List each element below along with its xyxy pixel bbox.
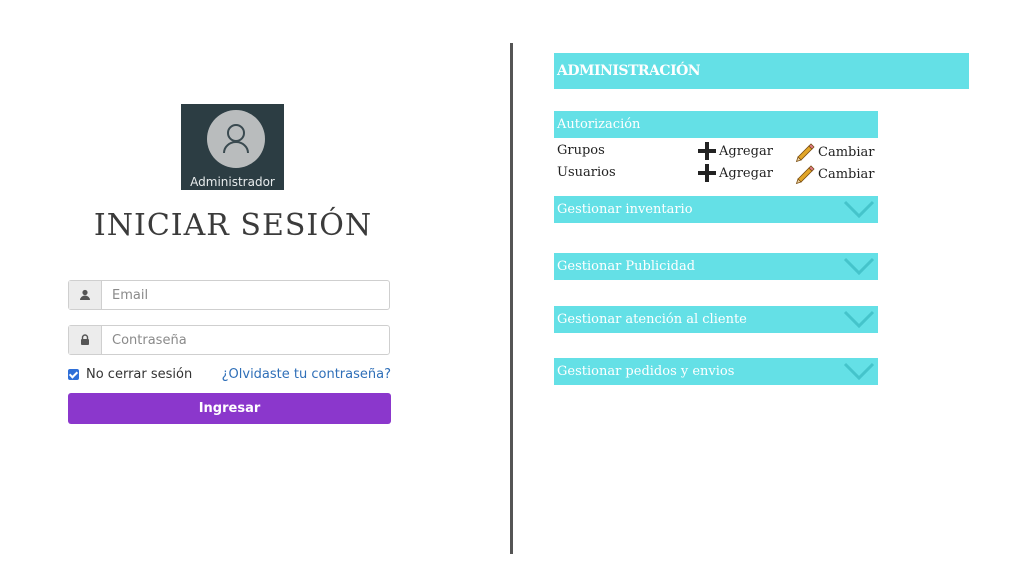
section-advertising[interactable]: Gestionar Publicidad [554, 253, 878, 280]
section-label: Gestionar inventario [557, 202, 693, 217]
add-label: Agregar [719, 143, 773, 159]
chevron-down-icon[interactable] [843, 256, 875, 276]
pencil-icon [795, 143, 815, 163]
forgot-password-link[interactable]: ¿Olvidaste tu contraseña? [222, 367, 391, 382]
users-link[interactable]: Usuarios [557, 165, 616, 180]
pencil-icon [795, 165, 815, 185]
section-inventory[interactable]: Gestionar inventario [554, 196, 878, 223]
lock-icon [69, 326, 102, 354]
section-orders[interactable]: Gestionar pedidos y envios [554, 358, 878, 385]
chevron-down-icon[interactable] [843, 199, 875, 219]
section-label: Gestionar atención al cliente [557, 312, 747, 327]
chevron-down-icon[interactable] [843, 361, 875, 381]
remember-label: No cerrar sesión [86, 367, 193, 382]
section-label: Gestionar pedidos y envios [557, 364, 735, 379]
change-label: Cambiar [818, 166, 875, 182]
section-label: Gestionar Publicidad [557, 259, 696, 274]
login-button[interactable]: Ingresar [68, 393, 391, 424]
users-add-link[interactable]: Agregar [697, 163, 773, 183]
authorization-title: Autorización [557, 117, 641, 132]
email-field-group [68, 280, 390, 310]
authorization-header: Autorización [554, 111, 878, 138]
panel-divider [510, 43, 513, 554]
chevron-down-icon[interactable] [843, 309, 875, 329]
plus-icon [698, 164, 716, 182]
users-change-link[interactable]: Cambiar [794, 163, 874, 185]
remember-me[interactable]: No cerrar sesión [68, 367, 192, 382]
groups-change-link[interactable]: Cambiar [794, 141, 874, 163]
groups-add-link[interactable]: Agregar [697, 141, 773, 161]
password-field-group [68, 325, 390, 355]
remember-checkbox[interactable] [68, 369, 79, 380]
groups-link[interactable]: Grupos [557, 143, 605, 158]
user-avatar-icon [207, 110, 265, 168]
add-label: Agregar [719, 165, 773, 181]
auth-row-groups: Grupos Agregar Cambiar [557, 141, 877, 163]
plus-icon [698, 142, 716, 160]
password-input[interactable] [102, 326, 389, 354]
email-input[interactable] [102, 281, 389, 309]
admin-header: ADMINISTRACIÓN [554, 53, 969, 89]
change-label: Cambiar [818, 144, 875, 160]
section-customer-care[interactable]: Gestionar atención al cliente [554, 306, 878, 333]
user-icon [69, 281, 102, 309]
auth-row-users: Usuarios Agregar Cambiar [557, 163, 877, 185]
login-title: INICIAR SESIÓN [93, 208, 373, 243]
avatar-label: Administrador [190, 175, 275, 189]
admin-avatar-card: Administrador [181, 104, 284, 190]
